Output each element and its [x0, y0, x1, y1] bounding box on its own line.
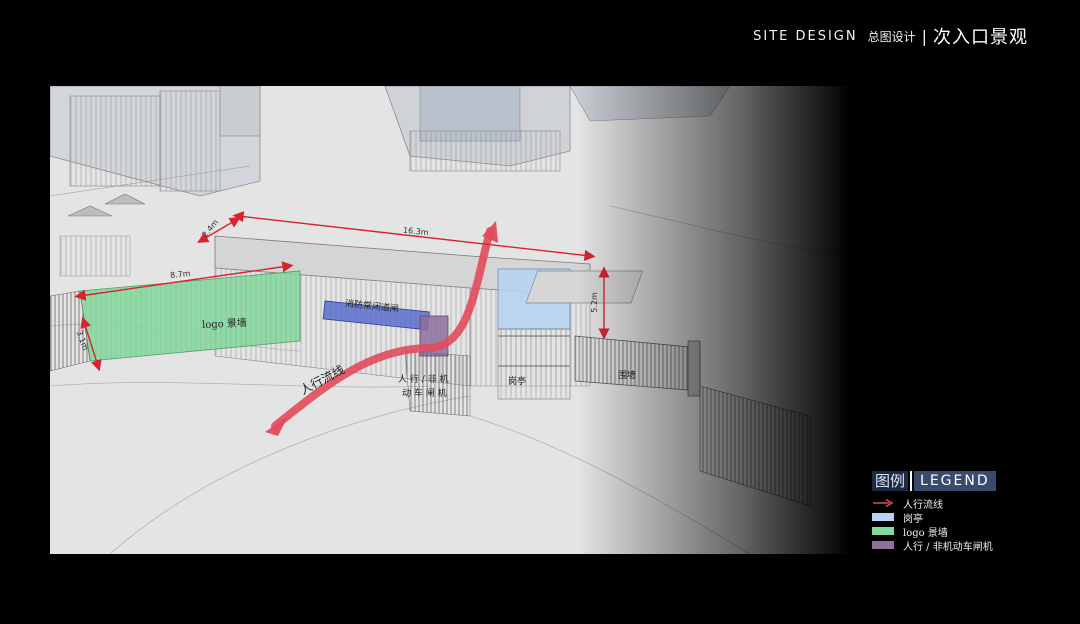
- legend-item-guard-booth: 岗亭: [872, 510, 1022, 525]
- label-logo-wall: logo 景墙: [201, 317, 248, 332]
- page-header: SITE DESIGN 总图设计 | 次入口景观: [753, 24, 1028, 49]
- legend-header: 图例 LEGEND: [872, 471, 1022, 491]
- site-plan-svg: [50, 86, 850, 554]
- label-fence: 围墙: [618, 371, 637, 381]
- legend-title-en: LEGEND: [914, 471, 996, 491]
- legend-swatch: [872, 513, 894, 521]
- legend-title-cn: 图例: [872, 471, 909, 491]
- header-title-en: SITE DESIGN: [753, 28, 858, 44]
- legend-item-logo-wall: logo 景墙: [872, 524, 1022, 539]
- legend: 图例 LEGEND 人行流线 岗亭 logo 景墙 人行 / 非机动车闸机: [872, 471, 1022, 553]
- arrow-right-icon: [873, 498, 894, 508]
- header-subtitle-cn: 总图设计: [867, 29, 916, 44]
- legend-item-pedestrian-flow: 人行流线: [872, 496, 1022, 511]
- header-separator: |: [921, 26, 927, 46]
- legend-item-gate-machine: 人行 / 非机动车闸机: [872, 538, 1022, 553]
- dimension-label-5-2m: 5.2m: [589, 292, 599, 313]
- header-title-cn: 次入口景观: [933, 27, 1028, 48]
- legend-label: 人行流线: [903, 499, 943, 511]
- legend-title-divider: [910, 471, 913, 491]
- legend-label: logo 景墙: [903, 527, 948, 539]
- legend-label: 岗亭: [903, 513, 923, 525]
- site-plan-drawing: logo 景墙 消防常闭道闸 人行流线 人 行 / 非 机 动 车 闸 机 岗亭…: [50, 86, 850, 554]
- legend-swatch: [872, 541, 894, 549]
- legend-swatch: [872, 527, 894, 535]
- label-guard-booth: 岗亭: [508, 377, 527, 387]
- legend-label: 人行 / 非机动车闸机: [903, 541, 993, 553]
- legend-items: 人行流线 岗亭 logo 景墙 人行 / 非机动车闸机: [872, 496, 1022, 553]
- label-gate-machine-line1: 人 行 / 非 机: [398, 375, 449, 385]
- label-gate-machine-line2: 动 车 闸 机: [402, 389, 447, 399]
